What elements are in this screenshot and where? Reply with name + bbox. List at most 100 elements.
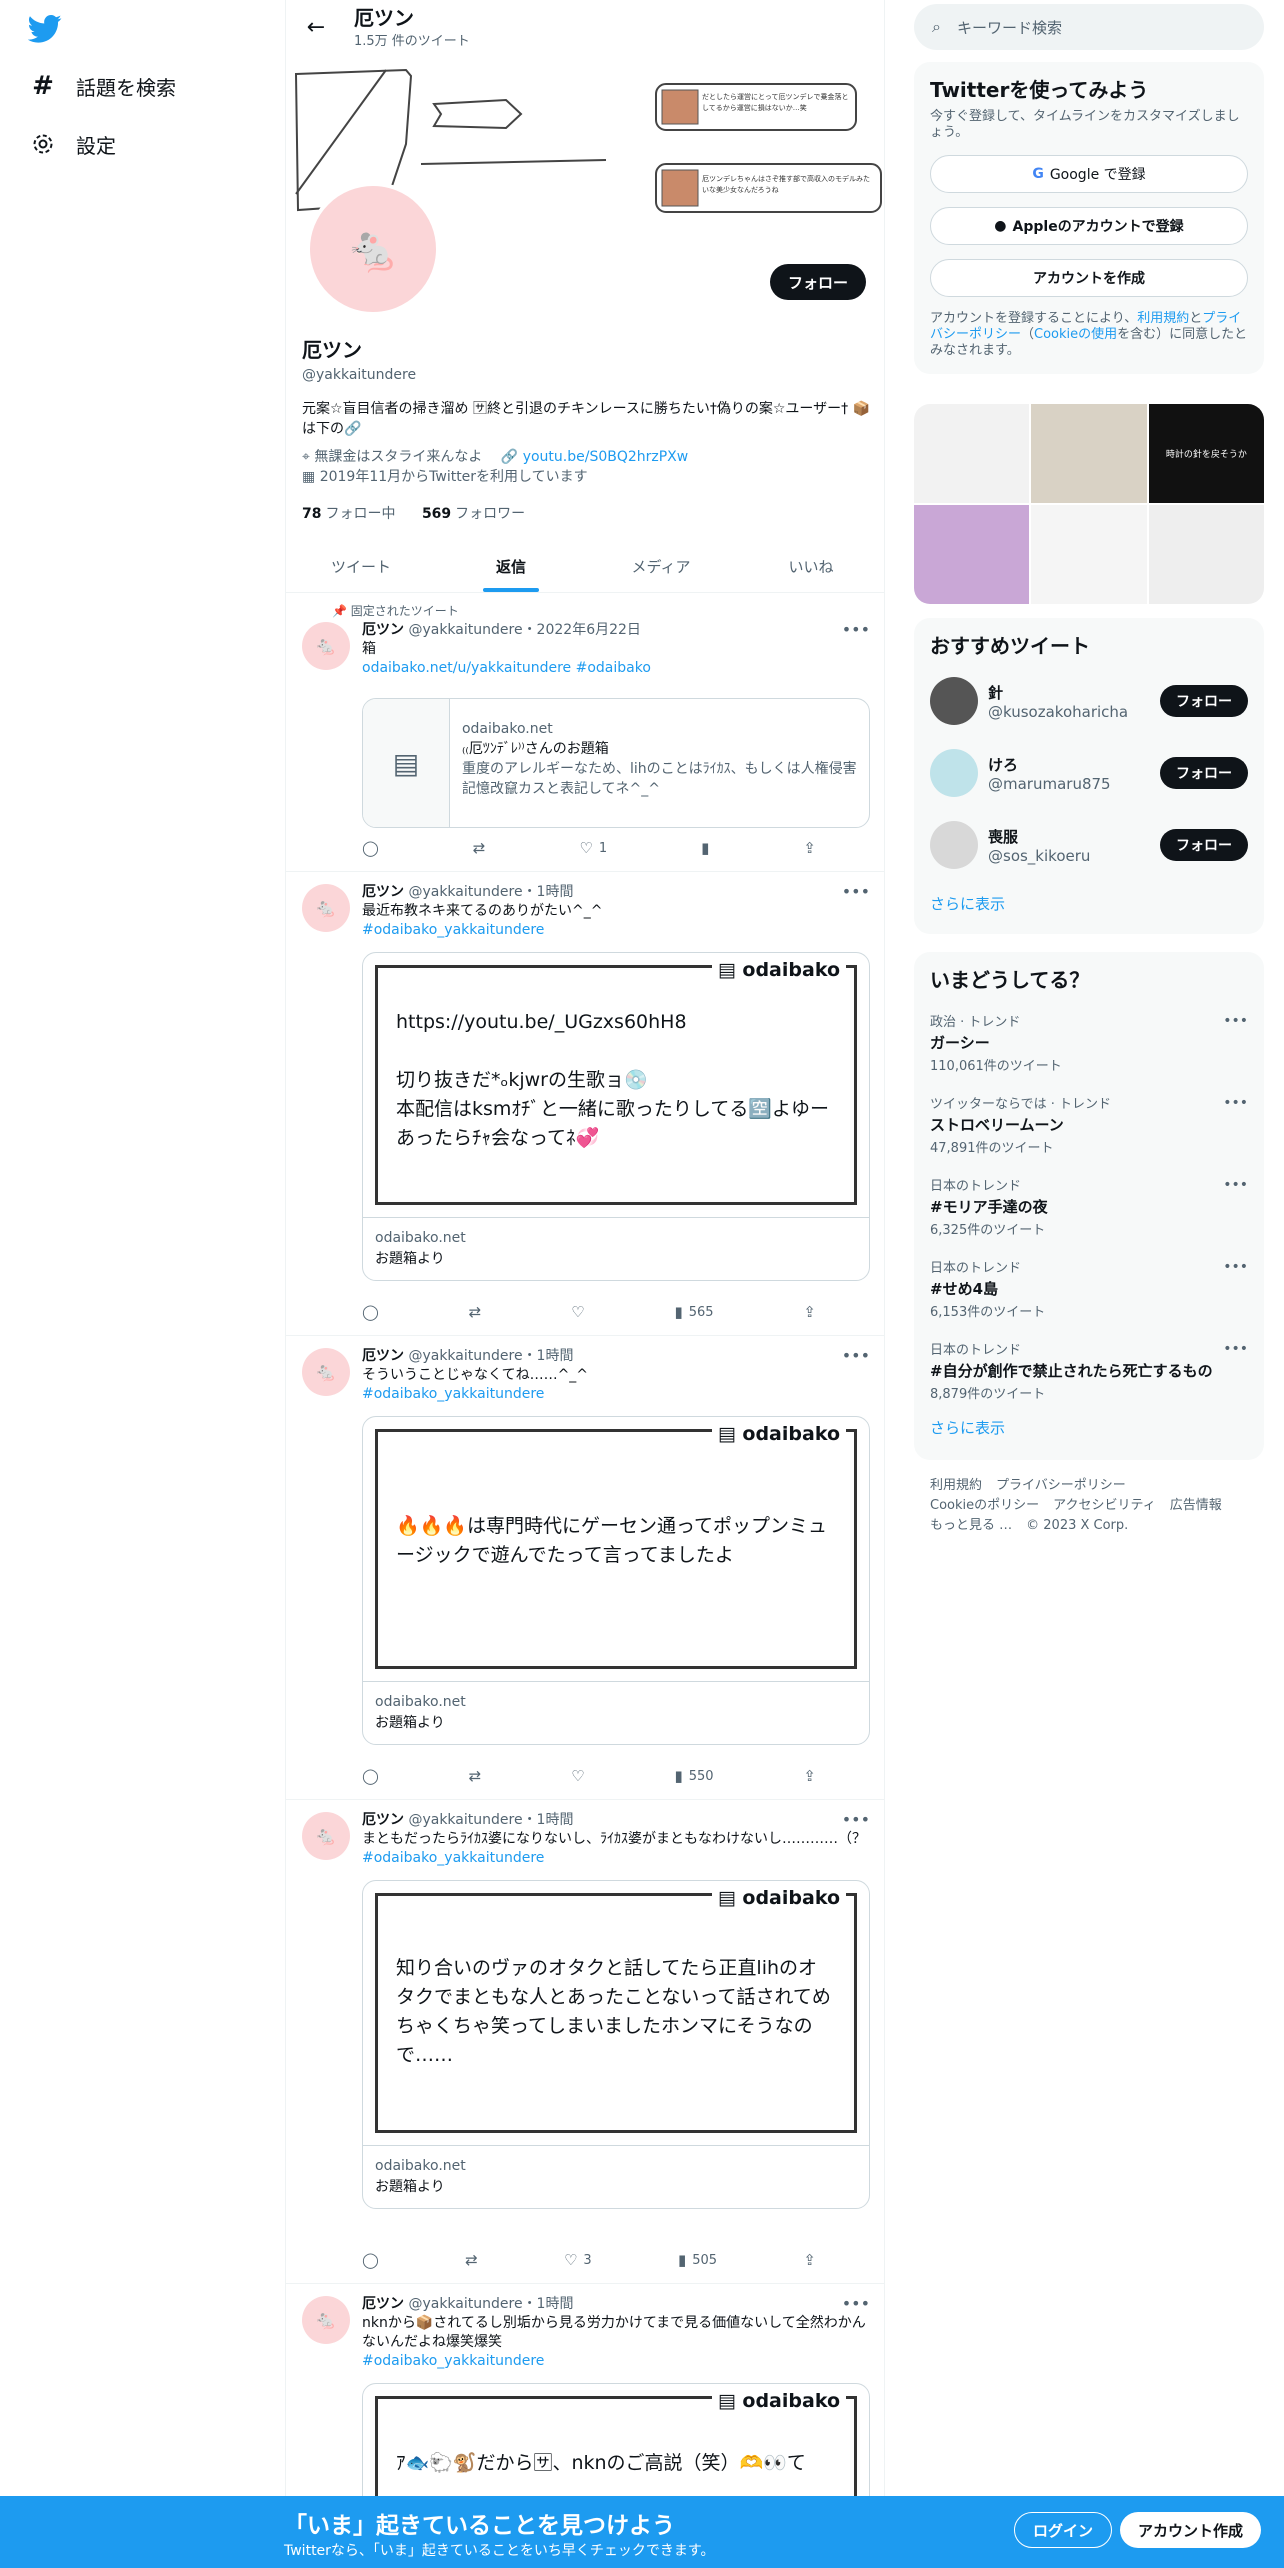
tweet-time[interactable]: ・2022年6月22日 (523, 622, 641, 638)
footer-more[interactable]: もっと見る … (930, 1518, 1012, 1533)
more-icon[interactable]: ••• (1223, 1177, 1248, 1193)
footer-ads[interactable]: 広告情報 (1170, 1498, 1222, 1513)
like-button[interactable]: ♡ (571, 1767, 584, 1785)
tweet-time[interactable]: ・1時間 (523, 1348, 574, 1364)
tweet-handle[interactable]: @yakkaitundere (408, 2296, 522, 2312)
tweet-avatar[interactable]: 🐁 (302, 1348, 350, 1396)
tweet-handle[interactable]: @yakkaitundere (408, 1348, 522, 1364)
views-button[interactable]: ▮ 550 (674, 1767, 713, 1785)
more-icon[interactable]: ••• (842, 882, 870, 901)
tweet-link[interactable]: odaibako.net/u/yakkaitundere (362, 660, 571, 676)
views-button[interactable]: ▮ 505 (678, 2251, 717, 2269)
odaibako-card[interactable]: ▤ odaibako 知り合いのヴァのオタクと話してたら正直lihのオタクでまと… (362, 1880, 870, 2209)
trend-item[interactable]: ツイッターならでは · トレンド ストロベリームーン 47,891件のツイート ••• (930, 1081, 1248, 1163)
more-icon[interactable]: ••• (842, 1810, 870, 1829)
footer-cookie[interactable]: Cookieのポリシー (930, 1498, 1039, 1513)
tweet-author[interactable]: 厄ツン (362, 1812, 404, 1828)
profile-url[interactable]: youtu.be/S0BQ2hrzPXw (523, 449, 689, 465)
tweet-hashtag[interactable]: #odaibako_yakkaitundere (362, 1849, 870, 1868)
views-button[interactable]: ▮ 565 (674, 1303, 713, 1321)
recommend-user[interactable]: けろ @marumaru875 フォロー (930, 737, 1248, 809)
tweet-hashtag[interactable]: #odaibako_yakkaitundere (362, 921, 870, 940)
footer-terms[interactable]: 利用規約 (930, 1478, 982, 1493)
follow-button[interactable]: フォロー (1160, 685, 1248, 717)
tweet-pinned[interactable]: 📌 固定されたツイート 🐁 厄ツン @yakkaitundere・2022年6月… (286, 594, 884, 872)
reply-button[interactable]: ◯ (362, 1303, 379, 1321)
more-icon[interactable]: ••• (1223, 1341, 1248, 1357)
back-arrow-icon[interactable]: ← (298, 9, 334, 45)
trend-item[interactable]: 政治 · トレンド ガーシー 110,061件のツイート ••• (930, 999, 1248, 1081)
more-icon[interactable]: ••• (1223, 1259, 1248, 1275)
views-button[interactable]: ▮ (701, 839, 709, 857)
trend-item[interactable]: 日本のトレンド #自分が創作で禁止されたら死亡するもの 8,879件のツイート ••• (930, 1327, 1248, 1409)
nav-settings[interactable]: 設定 (30, 124, 116, 164)
cookie-link[interactable]: Cookieの使用 (1034, 327, 1117, 342)
footer-accessibility[interactable]: アクセシビリティ (1053, 1498, 1156, 1513)
tweet-hashtag[interactable]: #odaibako_yakkaitundere (362, 1385, 870, 1404)
avatar[interactable] (930, 821, 978, 869)
search-input[interactable]: キーワード検索 (957, 17, 1062, 38)
retweet-button[interactable]: ⇄ (469, 1303, 482, 1321)
tweet[interactable]: 🐁 厄ツン @yakkaitundere・1時間 ••• 最近布教ネキ来てるのあ… (286, 872, 884, 1336)
recommend-user[interactable]: 針 @kusozakoharicha フォロー (930, 665, 1248, 737)
recommend-user[interactable]: 喪服 @sos_kikoeru フォロー (930, 809, 1248, 881)
retweet-button[interactable]: ⇄ (469, 1767, 482, 1785)
nav-explore[interactable]: # 話題を検索 (30, 66, 176, 106)
odaibako-card[interactable]: ▤ odaibako https://youtu.be/_UGzxs60hH8 … (362, 952, 870, 1281)
media-thumb[interactable]: 時計の針を戻そうか (1148, 404, 1264, 503)
tweet-time[interactable]: ・1時間 (523, 2296, 574, 2312)
more-icon[interactable]: ••• (1223, 1095, 1248, 1111)
share-button[interactable]: ⇪ (803, 2251, 816, 2269)
tab-likes[interactable]: いいね (736, 540, 884, 592)
share-button[interactable]: ⇪ (803, 839, 816, 857)
recommend-more-link[interactable]: さらに表示 (930, 893, 1248, 914)
retweet-button[interactable]: ⇄ (465, 2251, 478, 2269)
more-icon[interactable]: ••• (842, 620, 870, 639)
reply-button[interactable]: ◯ (362, 839, 379, 857)
search-box[interactable]: ⌕ キーワード検索 (914, 4, 1264, 50)
tweet-avatar[interactable]: 🐁 (302, 2296, 350, 2344)
trend-item[interactable]: 日本のトレンド #モリア手達の夜 6,325件のツイート ••• (930, 1163, 1248, 1245)
tab-replies[interactable]: 返信 (436, 540, 586, 592)
following-link[interactable]: 78 フォロー中 (302, 506, 417, 522)
tweet-hashtag[interactable]: #odaibako (576, 660, 651, 676)
tweet-author[interactable]: 厄ツン (362, 622, 404, 638)
tweet-author[interactable]: 厄ツン (362, 2296, 404, 2312)
share-button[interactable]: ⇪ (803, 1767, 816, 1785)
login-button[interactable]: ログイン (1014, 2512, 1113, 2548)
like-button[interactable]: ♡ (571, 1303, 584, 1321)
more-icon[interactable]: ••• (1223, 1013, 1248, 1029)
followers-link[interactable]: 569 フォロワー (422, 506, 547, 522)
follow-button[interactable]: フォロー (769, 264, 866, 300)
google-signup-button[interactable]: G Google で登録 (930, 155, 1248, 193)
apple-signup-button[interactable]: ● Appleのアカウントで登録 (930, 207, 1248, 245)
link-card[interactable]: ▤ odaibako.net ₍₍厄ﾂﾝﾃﾞﾚ⁾⁾さんのお題箱 重度のアレルギー… (362, 698, 870, 828)
signup-button[interactable]: アカウント作成 (1120, 2512, 1262, 2548)
like-button[interactable]: ♡ 3 (564, 2251, 592, 2269)
tweet[interactable]: 🐁 厄ツン @yakkaitundere・1時間 ••• まともだったらﾗｲｶｽ… (286, 1800, 884, 2284)
tweet-avatar[interactable]: 🐁 (302, 622, 350, 670)
tweet-avatar[interactable]: 🐁 (302, 884, 350, 932)
trends-more-link[interactable]: さらに表示 (930, 1417, 1248, 1438)
tweet-time[interactable]: ・1時間 (523, 884, 574, 900)
retweet-button[interactable]: ⇄ (473, 839, 486, 857)
like-button[interactable]: ♡ 1 (579, 839, 607, 857)
media-thumb[interactable] (1031, 505, 1147, 604)
tweet-handle[interactable]: @yakkaitundere (408, 622, 522, 638)
more-icon[interactable]: ••• (842, 2294, 870, 2313)
tweet-time[interactable]: ・1時間 (523, 1812, 574, 1828)
reply-button[interactable]: ◯ (362, 1767, 379, 1785)
odaibako-card[interactable]: ▤ odaibako 🔥🔥🔥は専門時代にゲーセン通ってポップンミュージックで遊ん… (362, 1416, 870, 1745)
tab-tweets[interactable]: ツイート (286, 540, 436, 592)
tweet-avatar[interactable]: 🐁 (302, 1812, 350, 1860)
profile-avatar[interactable]: 🐁 (306, 182, 440, 316)
trend-item[interactable]: 日本のトレンド #せめ4島 6,153件のツイート ••• (930, 1245, 1248, 1327)
footer-privacy[interactable]: プライバシーポリシー (996, 1478, 1126, 1493)
media-thumb[interactable] (914, 404, 1030, 503)
more-icon[interactable]: ••• (842, 1346, 870, 1365)
tab-media[interactable]: メディア (586, 540, 736, 592)
create-account-button[interactable]: アカウントを作成 (930, 259, 1248, 297)
follow-button[interactable]: フォロー (1160, 757, 1248, 789)
share-button[interactable]: ⇪ (803, 1303, 816, 1321)
follow-button[interactable]: フォロー (1160, 829, 1248, 861)
